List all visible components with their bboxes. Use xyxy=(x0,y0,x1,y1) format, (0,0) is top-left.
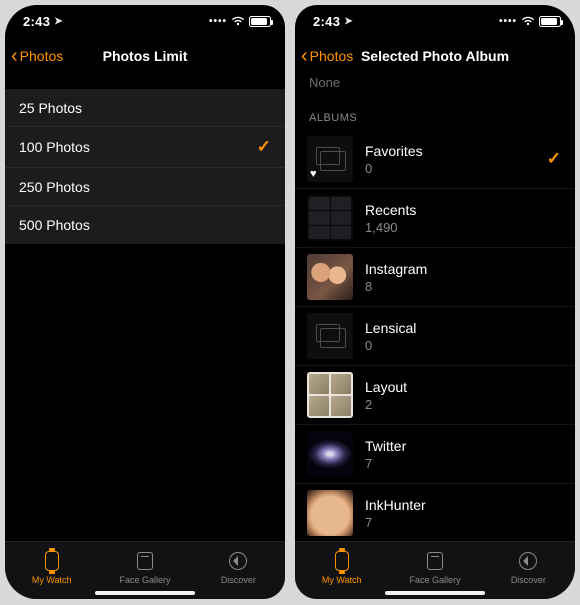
cellular-icon: •••• xyxy=(499,16,517,27)
nav-bar: ‹ Photos Photos Limit xyxy=(5,37,285,75)
album-thumb xyxy=(307,431,353,477)
tab-watch[interactable]: My Watch xyxy=(295,542,388,599)
home-indicator[interactable] xyxy=(95,591,195,595)
back-button[interactable]: ‹ Photos xyxy=(295,46,353,66)
content: None ALBUMS ♥ Favorites 0 ✓ Recents 1,490 Inst… xyxy=(295,75,575,541)
album-row[interactable]: ♥ Favorites 0 ✓ xyxy=(295,130,575,189)
album-count: 7 xyxy=(365,515,565,530)
wifi-icon xyxy=(231,16,245,26)
location-icon: ➤ xyxy=(54,16,63,27)
status-time: 2:43 xyxy=(313,14,340,29)
watch-icon xyxy=(331,550,353,572)
limit-label: 500 Photos xyxy=(19,217,90,233)
album-name: Twitter xyxy=(365,438,565,454)
battery-icon xyxy=(539,16,561,27)
wifi-icon xyxy=(521,16,535,26)
chevron-left-icon: ‹ xyxy=(301,46,308,66)
limit-label: 100 Photos xyxy=(19,139,90,155)
album-thumb xyxy=(307,490,353,536)
album-row[interactable]: Recents 1,490 xyxy=(295,189,575,248)
gallery-icon xyxy=(424,550,446,572)
album-count: 2 xyxy=(365,397,565,412)
home-indicator[interactable] xyxy=(385,591,485,595)
limit-label: 25 Photos xyxy=(19,100,82,116)
status-bar: 2:43 ➤ •••• xyxy=(5,5,285,37)
limit-row[interactable]: 25 Photos xyxy=(5,89,285,127)
tab-compass[interactable]: Discover xyxy=(192,542,285,599)
album-name: Layout xyxy=(365,379,565,395)
screen-selected-album: 2:43 ➤ •••• ‹ Photos Selected Photo Albu… xyxy=(295,5,575,599)
albums-list: ♥ Favorites 0 ✓ Recents 1,490 Instagram 8 Lensic… xyxy=(295,130,575,541)
content: 25 Photos 100 Photos ✓ 250 Photos 500 Photos xyxy=(5,75,285,541)
album-name: Favorites xyxy=(365,143,535,159)
battery-icon xyxy=(249,16,271,27)
back-button[interactable]: ‹ Photos xyxy=(5,46,63,66)
limit-row[interactable]: 500 Photos xyxy=(5,206,285,244)
heart-icon: ♥ xyxy=(310,168,317,180)
limit-label: 250 Photos xyxy=(19,179,90,195)
album-count: 0 xyxy=(365,338,565,353)
checkmark-icon: ✓ xyxy=(257,137,271,157)
compass-icon xyxy=(227,550,249,572)
album-name: InkHunter xyxy=(365,497,565,513)
album-row[interactable]: Instagram 8 xyxy=(295,248,575,307)
album-row[interactable]: InkHunter 7 xyxy=(295,484,575,541)
cellular-icon: •••• xyxy=(209,16,227,27)
album-row[interactable]: Layout 2 xyxy=(295,366,575,425)
album-row[interactable]: Twitter 7 xyxy=(295,425,575,484)
album-thumb xyxy=(307,313,353,359)
limit-row[interactable]: 100 Photos ✓ xyxy=(5,127,285,168)
album-count: 1,490 xyxy=(365,220,565,235)
album-thumb xyxy=(307,195,353,241)
tab-label: Face Gallery xyxy=(409,575,460,585)
chevron-left-icon: ‹ xyxy=(11,46,18,66)
back-label: Photos xyxy=(20,48,64,64)
album-name: Instagram xyxy=(365,261,565,277)
tab-label: Face Gallery xyxy=(119,575,170,585)
album-thumb: ♥ xyxy=(307,136,353,182)
screen-photos-limit: 2:43 ➤ •••• ‹ Photos Photos Limit 25 Pho… xyxy=(5,5,285,599)
tab-compass[interactable]: Discover xyxy=(482,542,575,599)
album-row[interactable]: Lensical 0 xyxy=(295,307,575,366)
back-label: Photos xyxy=(310,48,354,64)
album-name: Lensical xyxy=(365,320,565,336)
tab-label: Discover xyxy=(221,575,256,585)
tab-label: Discover xyxy=(511,575,546,585)
album-name: Recents xyxy=(365,202,565,218)
tab-watch[interactable]: My Watch xyxy=(5,542,98,599)
watch-icon xyxy=(41,550,63,572)
album-count: 8 xyxy=(365,279,565,294)
album-count: 7 xyxy=(365,456,565,471)
status-time: 2:43 xyxy=(23,14,50,29)
gallery-icon xyxy=(134,550,156,572)
status-bar: 2:43 ➤ •••• xyxy=(295,5,575,37)
tab-label: My Watch xyxy=(32,575,72,585)
section-header-albums: ALBUMS xyxy=(295,96,575,130)
row-none[interactable]: None xyxy=(295,75,575,96)
checkmark-icon: ✓ xyxy=(547,149,565,169)
album-thumb xyxy=(307,254,353,300)
tab-label: My Watch xyxy=(322,575,362,585)
album-count: 0 xyxy=(365,161,535,176)
limits-list: 25 Photos 100 Photos ✓ 250 Photos 500 Photos xyxy=(5,89,285,244)
compass-icon xyxy=(517,550,539,572)
nav-bar: ‹ Photos Selected Photo Album xyxy=(295,37,575,75)
location-icon: ➤ xyxy=(344,16,353,27)
album-thumb xyxy=(307,372,353,418)
limit-row[interactable]: 250 Photos xyxy=(5,168,285,206)
